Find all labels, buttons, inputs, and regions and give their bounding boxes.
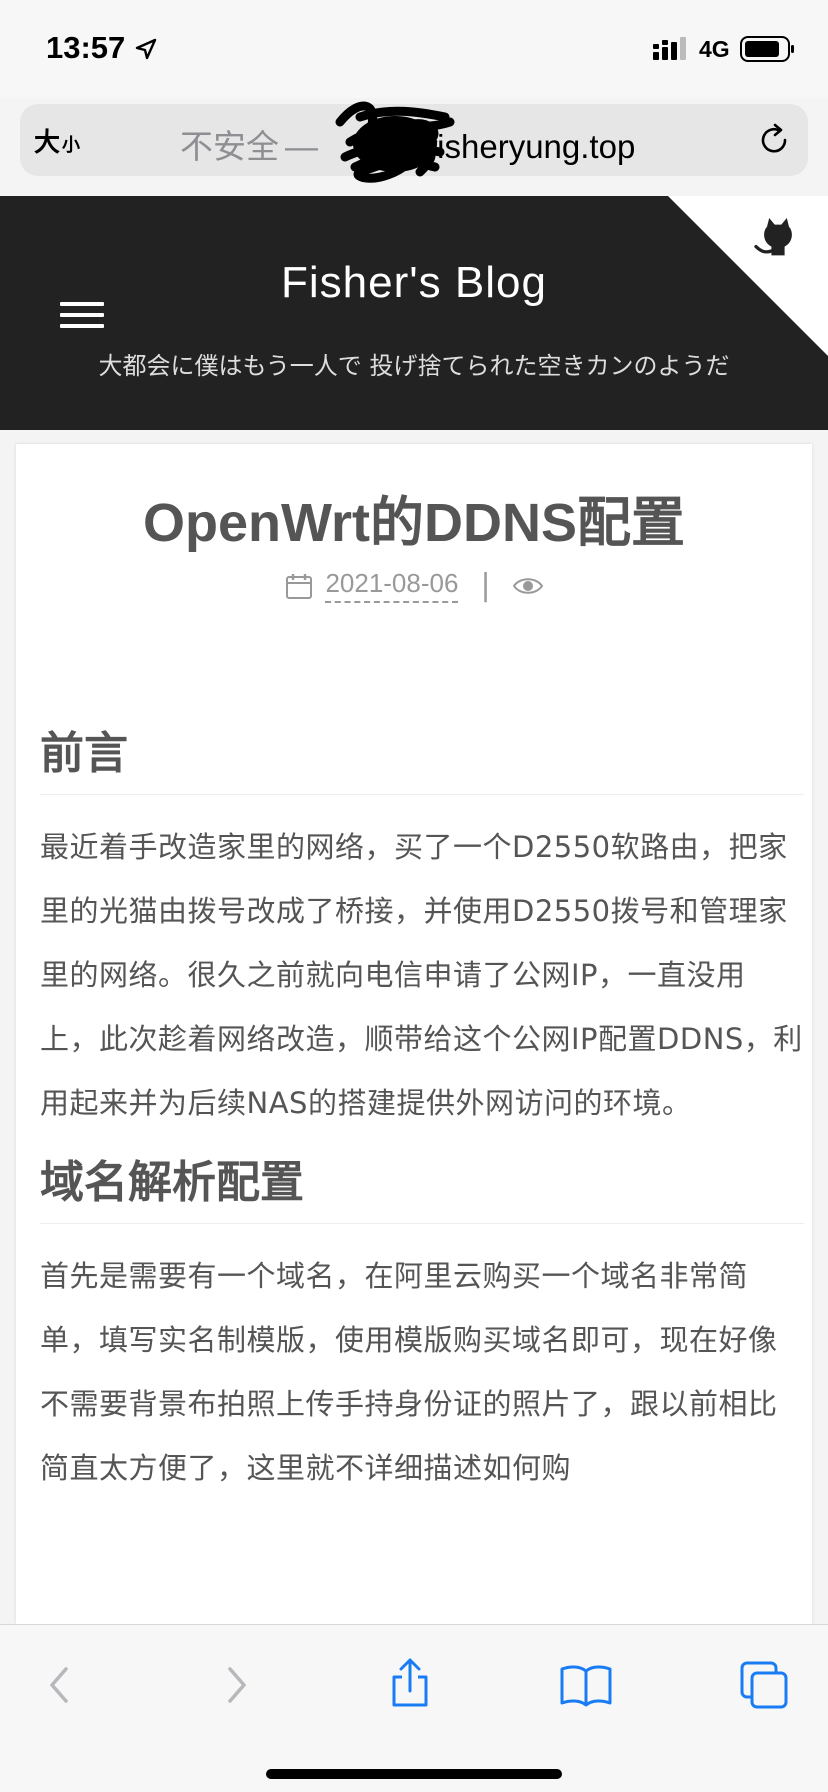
meta-divider: |: [480, 568, 491, 603]
status-bar: 13:57 4G: [0, 0, 828, 98]
blog-subtitle: 大都会に僕はもう一人で 投げ捨てられた空きカンのようだ: [98, 352, 730, 380]
blog-header: Fisher's Blog 大都会に僕はもう一人で 投げ捨てられた空きカンのよう…: [0, 196, 828, 430]
browser-toolbar: [0, 1624, 828, 1792]
section-paragraph: 最近着手改造家里的网络，买了一个D2550软路由，把家里的光猫由拨号改成了桥接，…: [40, 830, 803, 1120]
insecure-label: 不安全: [180, 128, 279, 165]
forward-icon[interactable]: [206, 1655, 266, 1715]
network-label: 4G: [699, 36, 730, 62]
post-date: 2021-08-06: [325, 568, 459, 603]
home-indicator: [266, 1769, 562, 1779]
address-bar[interactable]: 大 小 不安全 — fisheryung.top: [20, 101, 808, 183]
reload-icon[interactable]: [756, 122, 792, 158]
location-arrow-icon: [135, 38, 157, 60]
share-icon[interactable]: [380, 1655, 440, 1715]
bookmarks-icon[interactable]: [556, 1655, 616, 1715]
calendar-icon: [286, 573, 313, 599]
status-time: 13:57: [46, 30, 126, 65]
text-size-button[interactable]: 大 小: [34, 122, 80, 158]
battery-icon: [740, 36, 794, 62]
redaction-scribble: [335, 101, 455, 183]
text-size-big: 大: [34, 127, 61, 157]
section-paragraph: 首先是需要有一个域名，在阿里云购买一个域名非常简单，填写实名制模版，使用模版购买…: [40, 1259, 778, 1485]
section-heading: 前言: [40, 724, 804, 795]
tabs-icon[interactable]: [734, 1655, 794, 1715]
signal-icon: [653, 37, 686, 60]
url-separator: —: [285, 128, 318, 165]
blog-title[interactable]: Fisher's Blog: [0, 258, 828, 308]
post-title: OpenWrt的DDNS配置: [142, 493, 685, 553]
text-size-small: 小: [62, 135, 81, 155]
back-icon[interactable]: [30, 1655, 90, 1715]
post-meta: 2021-08-06 |: [16, 568, 812, 603]
post-card: OpenWrt的DDNS配置 2021-08-06 | 前言 最近着手改造家里的…: [16, 444, 812, 1624]
section-heading: 域名解析配置: [40, 1153, 804, 1224]
post-body: 前言 最近着手改造家里的网络，买了一个D2550软路由，把家里的光猫由拨号改成了…: [40, 724, 804, 1518]
eye-icon: [512, 577, 543, 594]
menu-toggle-icon[interactable]: [60, 302, 104, 332]
